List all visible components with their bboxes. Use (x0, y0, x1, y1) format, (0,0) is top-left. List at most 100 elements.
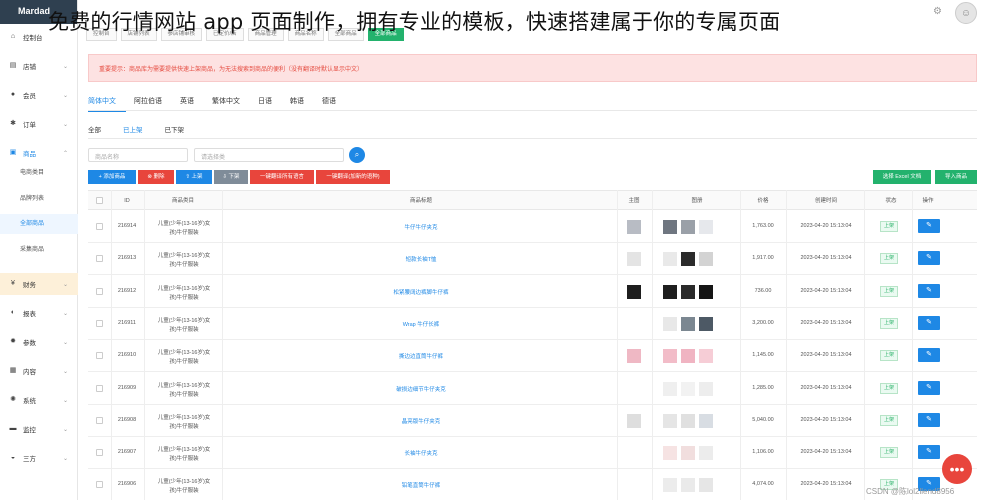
overlay-banner-text: 免费的行情网站 app 页面制作，拥有专业的模板，快速搭建属于你的专属页面 (48, 10, 781, 34)
gallery-image (663, 446, 677, 461)
sidebar-subitem[interactable]: 全部商品 (0, 214, 78, 234)
edit-button[interactable]: ✎ (918, 251, 940, 266)
sidebar-item-system[interactable]: ✺ 系统 ⌄ (0, 389, 78, 411)
product-name-input[interactable]: 商品名称 (88, 148, 188, 162)
product-title-link[interactable]: 破损边细节牛仔夹克 (224, 385, 618, 393)
sidebar-subitem[interactable]: 电商类目 (0, 163, 78, 183)
product-category: 儿童(少年(13-16岁)女 (157, 285, 211, 292)
import-product-button[interactable]: 导入商品 (935, 170, 977, 184)
delete-button[interactable]: ⊗ 删除 (138, 170, 174, 184)
row-checkbox[interactable] (96, 223, 103, 230)
product-category: 儿童(少年(13-16岁)女 (157, 414, 211, 421)
system-icon: ✺ (10, 396, 16, 403)
product-category: 孩)牛仔服装 (169, 391, 199, 398)
list-on-button[interactable]: ⇧ 上架 (176, 170, 212, 184)
sidebar-item-report[interactable]: ◐ 报表 ⌄ (0, 302, 78, 324)
status-tab[interactable]: 全部 (88, 124, 101, 139)
category-select[interactable]: 请选择类 (194, 148, 344, 162)
product-title-link[interactable]: 长袖牛仔夹克 (224, 449, 618, 457)
product-id: 216906 (117, 481, 137, 488)
home-icon: ⌂ (10, 33, 16, 40)
col-actions: 操作 (922, 198, 934, 204)
product-category: 孩)牛仔服装 (169, 230, 199, 236)
product-title-link[interactable]: 铅笔直筒牛仔裤 (224, 481, 618, 489)
product-title-link[interactable]: 撕边边直筒牛仔裤 (224, 352, 618, 360)
edit-button[interactable]: ✎ (918, 348, 940, 363)
sidebar-item-finance[interactable]: ¥ 财务 ⌄ (0, 273, 78, 295)
select-all-checkbox[interactable] (96, 197, 103, 204)
pencil-icon: ✎ (926, 222, 932, 229)
edit-button[interactable]: ✎ (918, 219, 940, 233)
gallery-image (681, 349, 695, 364)
add-product-button[interactable]: + 添加商品 (88, 170, 136, 184)
row-checkbox[interactable] (96, 384, 103, 392)
gallery-image (663, 220, 677, 234)
product-category: 儿童(少年(13-16岁)女 (157, 382, 211, 389)
chat-button[interactable]: ••• (942, 454, 972, 484)
goods-icon: ▣ (9, 149, 17, 156)
column-divider (617, 190, 618, 500)
translate-new-button[interactable]: 一键翻译(加新的语种) (316, 170, 390, 184)
product-title-link[interactable]: 牛仔牛仔夹克 (224, 223, 618, 231)
status-tab[interactable]: 已下架 (165, 124, 185, 139)
sidebar-item-user[interactable]: ● 会员 ⌄ (0, 84, 78, 106)
row-checkbox[interactable] (96, 319, 103, 327)
product-title-link[interactable]: 短款长袖T恤 (224, 255, 618, 263)
product-category: 孩)牛仔服装 (169, 423, 199, 430)
sidebar-item-label: 控制台 (23, 35, 43, 42)
sidebar-item-content[interactable]: ▦ 内容 ⌄ (0, 360, 78, 382)
col-id: ID (124, 198, 130, 204)
gallery-image (699, 252, 713, 267)
pencil-icon: ✎ (926, 383, 932, 391)
row-checkbox[interactable] (96, 416, 103, 424)
excel-export-button[interactable]: 选择 Excel 文档 (873, 170, 931, 184)
gallery-image (681, 284, 695, 299)
column-divider (912, 190, 913, 500)
product-category: 儿童(少年(13-16岁)女 (157, 221, 211, 227)
sidebar-item-order[interactable]: ✱ 订单 ⌄ (0, 113, 78, 135)
settings-icon[interactable]: ⚙ (933, 6, 945, 18)
sidebar-subitem[interactable]: 品牌列表 (0, 189, 78, 209)
user-avatar[interactable]: ☺ (955, 2, 977, 24)
sidebar-subitem[interactable]: 采集商品 (0, 240, 78, 260)
product-category: 孩)牛仔服装 (169, 326, 199, 333)
sidebar-item-label: 财务 (23, 282, 36, 289)
edit-button[interactable]: ✎ (918, 445, 940, 460)
list-off-button[interactable]: ⇩ 下架 (214, 170, 248, 184)
pencil-icon: ✎ (926, 254, 932, 262)
product-price: 4,074.00 (752, 481, 774, 488)
edit-button[interactable]: ✎ (918, 315, 940, 330)
edit-button[interactable]: ✎ (918, 283, 940, 298)
created-time: 2023-04-20 15:13:04 (800, 416, 852, 423)
sidebar-item-goods[interactable]: ▣ 商品 ⌃ (0, 142, 78, 164)
product-main-image (627, 413, 641, 428)
row-checkbox[interactable] (96, 287, 103, 295)
row-checkbox[interactable] (96, 352, 103, 360)
finance-icon: ¥ (11, 280, 15, 287)
product-title-link[interactable]: 晶亮版牛仔夹克 (224, 417, 618, 425)
edit-button[interactable]: ✎ (918, 380, 940, 395)
col-title: 商品标题 (409, 198, 432, 204)
sidebar-item-shop[interactable]: ▤ 店铺 ⌄ (0, 55, 78, 77)
status-tab[interactable]: 已上架 (123, 124, 143, 139)
translate-all-button[interactable]: 一键翻译所有语言 (250, 170, 314, 184)
pencil-icon: ✎ (926, 318, 932, 326)
sidebar-item-third-party[interactable]: ◒ 三方 ⌄ (0, 447, 78, 469)
gallery-image (699, 446, 713, 461)
product-title-link[interactable]: Wrap 牛仔长裤 (224, 320, 618, 328)
search-button[interactable]: ⌕ (349, 147, 365, 163)
sidebar-item-param[interactable]: ✹ 参数 ⌄ (0, 331, 78, 353)
row-checkbox[interactable] (96, 481, 103, 489)
col-main-image: 主图 (628, 198, 640, 204)
column-divider (864, 190, 865, 500)
sidebar-item-monitor[interactable]: ▬ 监控 ⌄ (0, 418, 78, 440)
row-checkbox[interactable] (96, 449, 103, 457)
edit-button[interactable]: ✎ (918, 412, 940, 427)
col-status: 状态 (885, 198, 897, 204)
gallery-image (699, 478, 713, 493)
product-title-link[interactable]: 松紧腰阔边裤脚牛仔裤 (224, 288, 618, 296)
row-checkbox[interactable] (96, 255, 103, 263)
chevron-down-icon: ⌄ (62, 368, 68, 375)
product-category: 孩)牛仔服装 (169, 359, 199, 366)
col-gallery: 图册 (691, 198, 703, 204)
